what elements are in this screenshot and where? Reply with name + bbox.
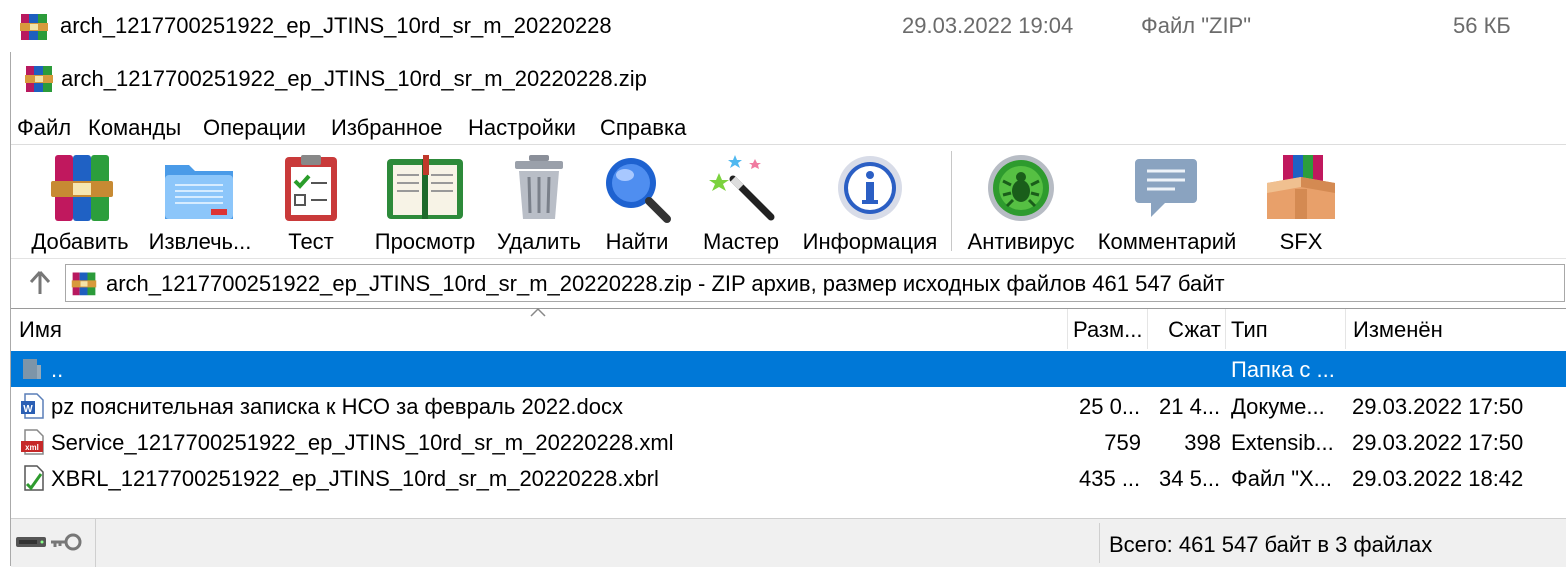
list-item[interactable]: .. Папка с ...: [11, 351, 1566, 387]
sfx-button[interactable]: SFX: [1251, 145, 1351, 257]
antivirus-bug-icon: [988, 155, 1054, 221]
comment-button[interactable]: Комментарий: [1089, 145, 1245, 257]
drive-icon[interactable]: [15, 535, 47, 549]
status-indicators: [11, 519, 96, 567]
comment-bubble-icon: [1135, 159, 1197, 217]
menu-commands[interactable]: Команды: [88, 115, 181, 141]
info-icon: [838, 156, 902, 220]
magnifier-icon: [606, 158, 671, 223]
extract-label: Извлечь...: [148, 229, 252, 254]
antivirus-label: Антивирус: [967, 229, 1075, 254]
test-button[interactable]: Тест: [265, 145, 357, 257]
wizard-label: Мастер: [702, 229, 780, 254]
title-bar[interactable]: arch_1217700251922_ep_JTINS_10rd_sr_m_20…: [11, 52, 1566, 106]
winrar-window: arch_1217700251922_ep_JTINS_10rd_sr_m_20…: [10, 52, 1566, 567]
list-item[interactable]: XBRL_1217700251922_ep_JTINS_10rd_sr_m_20…: [11, 460, 1566, 496]
folder-up-icon: [23, 359, 41, 379]
view-button[interactable]: Просмотр: [363, 145, 487, 257]
address-bar: arch_1217700251922_ep_JTINS_10rd_sr_m_20…: [11, 258, 1566, 305]
explorer-file-row[interactable]: arch_1217700251922_ep_JTINS_10rd_sr_m_20…: [0, 0, 1566, 52]
menu-bar: Файл Команды Операции Избранное Настройк…: [11, 110, 1566, 144]
svg-text:xml: xml: [25, 443, 39, 452]
toolbar-separator: [951, 151, 952, 251]
sort-ascending-icon: [530, 307, 546, 317]
magic-wand-icon: [709, 155, 775, 221]
winrar-archive-icon: [20, 14, 48, 40]
list-item[interactable]: W pz пояснительная записка к НСО за февр…: [11, 388, 1566, 424]
svg-text:W: W: [23, 404, 33, 415]
word-doc-icon: W: [21, 393, 44, 419]
explorer-file-type: Файл "ZIP": [1141, 13, 1252, 38]
antivirus-button[interactable]: Антивирус: [959, 145, 1083, 257]
info-label: Информация: [802, 229, 938, 254]
column-header-type[interactable]: Тип: [1225, 309, 1346, 349]
address-text: arch_1217700251922_ep_JTINS_10rd_sr_m_20…: [106, 271, 1225, 296]
test-checklist-icon: [285, 155, 337, 221]
menu-file[interactable]: Файл: [17, 115, 71, 141]
xbrl-file-icon: [24, 465, 44, 491]
explorer-file-name: arch_1217700251922_ep_JTINS_10rd_sr_m_20…: [60, 13, 612, 38]
menu-operations[interactable]: Операции: [203, 115, 306, 141]
sfx-label: SFX: [1279, 229, 1323, 254]
column-header-name[interactable]: Имя: [11, 307, 1068, 349]
menu-favorites[interactable]: Избранное: [331, 115, 443, 141]
sfx-box-icon: [1267, 155, 1335, 219]
trash-icon: [515, 155, 563, 219]
add-button[interactable]: Добавить: [21, 145, 139, 257]
delete-button[interactable]: Удалить: [489, 145, 589, 257]
status-bar: Всего: 461 547 байт в 3 файлах: [11, 518, 1566, 567]
column-header-size[interactable]: Разм...: [1067, 309, 1148, 349]
comment-label: Комментарий: [1097, 229, 1237, 254]
extract-button[interactable]: Извлечь...: [141, 145, 259, 257]
column-header-packed[interactable]: Сжат: [1147, 309, 1226, 349]
add-archive-icon: [51, 155, 113, 221]
extract-folder-icon: [165, 165, 233, 219]
view-label: Просмотр: [374, 229, 476, 254]
explorer-file-size: 56 КБ: [1453, 13, 1511, 38]
wizard-button[interactable]: Мастер: [691, 145, 791, 257]
find-button[interactable]: Найти: [593, 145, 681, 257]
status-summary: Всего: 461 547 байт в 3 файлах: [1109, 532, 1433, 557]
view-book-icon: [387, 155, 463, 219]
explorer-file-date: 29.03.2022 19:04: [902, 13, 1074, 38]
up-arrow-icon[interactable]: [25, 267, 55, 297]
list-item[interactable]: xml Service_1217700251922_ep_JTINS_10rd_…: [11, 424, 1566, 460]
status-divider: [1099, 523, 1100, 563]
column-header-modified[interactable]: Изменён: [1345, 309, 1566, 349]
address-field[interactable]: arch_1217700251922_ep_JTINS_10rd_sr_m_20…: [65, 264, 1565, 302]
test-label: Тест: [288, 229, 334, 254]
delete-label: Удалить: [497, 229, 581, 254]
column-headers: Имя Разм... Сжат Тип Изменён: [11, 307, 1566, 349]
window-title: arch_1217700251922_ep_JTINS_10rd_sr_m_20…: [61, 66, 647, 91]
menu-settings[interactable]: Настройки: [468, 115, 576, 141]
info-button[interactable]: Информация: [797, 145, 943, 257]
file-list: Имя Разм... Сжат Тип Изменён .. Папка с …: [11, 307, 1566, 515]
add-label: Добавить: [31, 229, 129, 254]
winrar-app-icon: [25, 66, 53, 92]
xml-file-icon: xml: [21, 429, 44, 455]
key-icon[interactable]: [49, 531, 83, 553]
toolbar: Добавить Извлечь... Тест Просмотр Удалит…: [11, 144, 1566, 259]
menu-help[interactable]: Справка: [600, 115, 686, 141]
archive-icon: [71, 272, 97, 296]
find-label: Найти: [605, 229, 669, 254]
